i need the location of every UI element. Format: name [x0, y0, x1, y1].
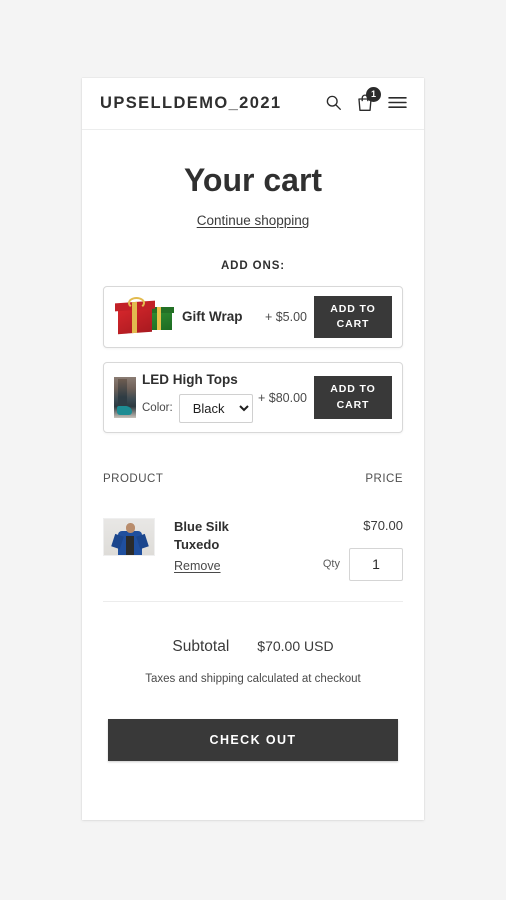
led-high-tops-image	[114, 377, 136, 419]
tax-shipping-note: Taxes and shipping calculated at checkou…	[145, 672, 361, 685]
remove-item-link[interactable]: Remove	[174, 559, 221, 573]
shop-title[interactable]: UPSELLDEMO_2021	[100, 94, 325, 113]
hamburger-menu-icon	[388, 95, 407, 113]
product-details: Blue Silk Tuxedo Remove	[174, 518, 323, 576]
addon-info-led-high-tops: LED High Tops Color: Black	[142, 372, 253, 423]
subtotal-row: Subtotal $70.00 USD	[103, 638, 403, 656]
product-price: $70.00	[363, 517, 403, 533]
addons-heading: ADD ONS:	[220, 260, 286, 272]
cart-main: Your cart Continue shopping ADD ONS: Gif…	[82, 162, 424, 761]
quantity-label: Qty	[322, 558, 340, 571]
quantity-group: Qty	[322, 547, 403, 581]
addon-card-led-high-tops: LED High Tops Color: Black + $80.00 ADD …	[103, 362, 403, 433]
storefront-card: UPSELLDEMO_2021 1 Your cart Continue sho…	[82, 78, 424, 820]
cart-totals: Subtotal $70.00 USD Taxes and shipping c…	[103, 638, 403, 685]
product-right-column: $70.00 Qty	[323, 518, 403, 581]
menu-button[interactable]	[388, 95, 407, 113]
page-canvas: UPSELLDEMO_2021 1 Your cart Continue sho…	[0, 0, 506, 900]
product-name[interactable]: Blue Silk Tuxedo	[174, 518, 266, 556]
addon-price: + $80.00	[257, 390, 307, 405]
blue-silk-tuxedo-image[interactable]	[103, 517, 155, 556]
cart-table: PRODUCT PRICE Blue Silk Tuxedo Remove $7…	[103, 473, 403, 602]
addon-info-gift-wrap: Gift Wrap	[182, 309, 258, 325]
subtotal-value: $70.00 USD	[257, 637, 334, 654]
addon-title: LED High Tops	[142, 372, 238, 388]
page-title: Your cart	[183, 162, 323, 198]
addon-price: + $5.00	[264, 310, 307, 325]
addon-variant-row: Color: Black	[142, 393, 253, 423]
checkout-button[interactable]: CHECK OUT	[108, 718, 398, 761]
add-to-cart-button-gift-wrap[interactable]: ADD TO CART	[314, 296, 392, 339]
cart-button[interactable]: 1	[356, 86, 381, 115]
column-header-product: PRODUCT	[103, 472, 164, 485]
cart-table-header: PRODUCT PRICE	[103, 473, 403, 485]
search-button[interactable]	[325, 94, 342, 114]
site-header: UPSELLDEMO_2021 1	[82, 78, 424, 130]
search-icon	[325, 94, 342, 114]
table-row: Blue Silk Tuxedo Remove $70.00 Qty	[103, 485, 403, 602]
continue-shopping-wrap: Continue shopping	[103, 212, 403, 230]
quantity-input[interactable]	[349, 547, 403, 581]
gift-wrap-image	[114, 296, 176, 338]
continue-shopping-link[interactable]: Continue shopping	[197, 213, 310, 228]
variant-label: Color:	[142, 402, 173, 415]
addon-title: Gift Wrap	[182, 309, 243, 325]
cart-count-badge: 1	[366, 86, 381, 102]
column-header-price: PRICE	[365, 472, 403, 485]
color-select[interactable]: Black	[178, 393, 253, 423]
add-to-cart-button-led-high-tops[interactable]: ADD TO CART	[314, 376, 392, 419]
header-icon-group: 1	[325, 86, 407, 115]
addon-card-gift-wrap: Gift Wrap + $5.00 ADD TO CART	[103, 286, 403, 349]
subtotal-label: Subtotal	[172, 637, 230, 655]
checkout-wrap: CHECK OUT	[103, 718, 403, 761]
